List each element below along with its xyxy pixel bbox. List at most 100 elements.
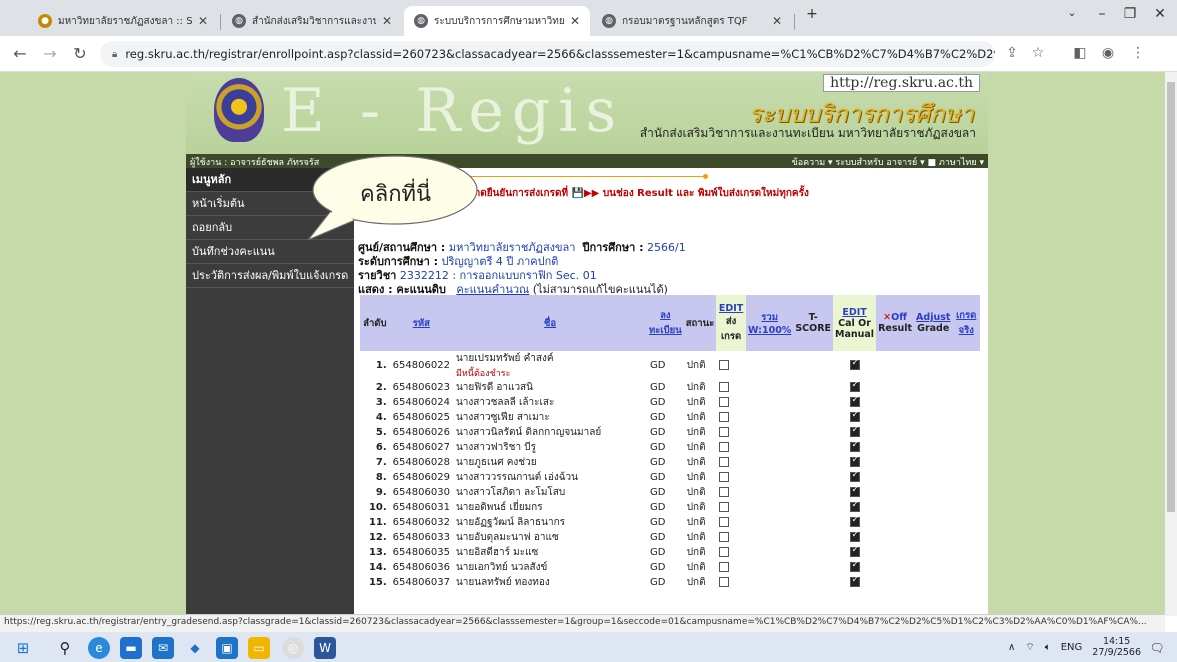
row-send-checkbox[interactable] [716, 351, 746, 380]
row-adjust-grade[interactable] [914, 530, 953, 545]
sidepanel-icon[interactable]: ◧ [1070, 45, 1090, 61]
row-total-input[interactable] [745, 530, 794, 545]
cal-manual-checkbox[interactable] [849, 455, 860, 467]
row-send-checkbox[interactable] [716, 470, 746, 485]
browser-tab-4[interactable]: ◍ กรอบมาตรฐานหลักสูตร TQF ✕ [592, 6, 792, 36]
language-indicator[interactable]: ENG [1061, 642, 1083, 653]
sidebar-item-grade-history[interactable]: ประวัติการส่งผล/พิมพ์ใบแจ้งเกรด [186, 264, 354, 288]
cal-manual-checkbox[interactable] [849, 425, 860, 437]
row-adjust-grade[interactable] [914, 395, 953, 410]
row-cal-manual-checkbox[interactable] [833, 530, 877, 545]
row-send-checkbox[interactable] [716, 425, 746, 440]
cal-manual-checkbox[interactable] [849, 560, 860, 572]
row-adjust-grade[interactable] [914, 455, 953, 470]
row-total-input[interactable] [745, 410, 794, 425]
row-send-checkbox[interactable] [716, 380, 746, 395]
col-real-grade[interactable]: เกรด จริง [952, 295, 980, 351]
row-send-checkbox[interactable] [716, 530, 746, 545]
row-cal-manual-checkbox[interactable] [833, 470, 877, 485]
cal-manual-checkbox[interactable] [849, 358, 860, 370]
more-menu-icon[interactable]: ⋮ [1128, 45, 1148, 61]
row-send-checkbox[interactable] [716, 500, 746, 515]
minimize-icon[interactable]: – [1090, 6, 1114, 22]
row-cal-manual-checkbox[interactable] [833, 425, 877, 440]
send-grade-checkbox[interactable] [719, 532, 730, 542]
row-total-input[interactable] [745, 351, 794, 380]
result-off-button[interactable]: ✕Off [878, 312, 912, 323]
row-adjust-grade[interactable] [914, 515, 953, 530]
row-cal-manual-checkbox[interactable] [833, 410, 877, 425]
close-icon[interactable]: ✕ [198, 14, 208, 28]
row-adjust-grade[interactable] [914, 500, 953, 515]
row-adjust-grade[interactable] [914, 425, 953, 440]
row-cal-manual-checkbox[interactable] [833, 351, 877, 380]
row-cal-manual-checkbox[interactable] [833, 395, 877, 410]
store-icon[interactable]: ▣ [216, 637, 238, 659]
row-send-checkbox[interactable] [716, 395, 746, 410]
mail-icon[interactable]: ✉ [152, 637, 174, 659]
send-grade-checkbox[interactable] [719, 502, 730, 512]
row-cal-manual-checkbox[interactable] [833, 500, 877, 515]
row-send-checkbox[interactable] [716, 410, 746, 425]
row-send-checkbox[interactable] [716, 575, 746, 590]
scrollbar-thumb[interactable] [1167, 82, 1175, 512]
tab-search-icon[interactable]: ⌄ [1060, 6, 1084, 19]
row-total-input[interactable] [745, 470, 794, 485]
row-total-input[interactable] [745, 560, 794, 575]
row-adjust-grade[interactable] [914, 560, 953, 575]
back-arrow-icon[interactable]: ← [10, 44, 30, 63]
row-total-input[interactable] [745, 380, 794, 395]
row-send-checkbox[interactable] [716, 485, 746, 500]
row-adjust-grade[interactable] [914, 575, 953, 590]
row-adjust-grade[interactable] [914, 410, 953, 425]
row-cal-manual-checkbox[interactable] [833, 545, 877, 560]
send-grade-checkbox[interactable] [719, 442, 730, 452]
reload-icon[interactable]: ↻ [70, 44, 90, 63]
dropbox-icon[interactable]: ◆ [184, 637, 206, 659]
share-icon[interactable]: ⇪ [1002, 45, 1022, 61]
task-view-icon[interactable]: ▬ [120, 637, 142, 659]
chrome-icon[interactable]: ◎ [282, 637, 304, 659]
restore-icon[interactable]: ❐ [1118, 6, 1142, 22]
col-name[interactable]: ชื่อ [452, 295, 647, 351]
send-grade-checkbox[interactable] [719, 382, 730, 392]
send-grade-checkbox[interactable] [719, 427, 730, 437]
cal-manual-checkbox[interactable] [849, 575, 860, 587]
row-cal-manual-checkbox[interactable] [833, 560, 877, 575]
send-grade-checkbox[interactable] [719, 517, 730, 527]
row-adjust-grade[interactable] [914, 545, 953, 560]
row-cal-manual-checkbox[interactable] [833, 485, 877, 500]
cal-manual-checkbox[interactable] [849, 515, 860, 527]
cal-manual-checkbox[interactable] [849, 470, 860, 482]
row-total-input[interactable] [745, 515, 794, 530]
send-grade-checkbox[interactable] [719, 457, 730, 467]
browser-tab-3-active[interactable]: ◍ ระบบบริการการศึกษามหาวิทยาลัยราช ✕ [404, 6, 590, 36]
cal-manual-checkbox[interactable] [849, 545, 860, 557]
row-cal-manual-checkbox[interactable] [833, 440, 877, 455]
row-adjust-grade[interactable] [914, 470, 953, 485]
row-adjust-grade[interactable] [914, 380, 953, 395]
row-total-input[interactable] [745, 485, 794, 500]
address-bar[interactable]: 🔒︎ reg.skru.ac.th/registrar/enrollpoint.… [100, 41, 995, 67]
close-icon[interactable]: ✕ [382, 14, 392, 28]
profile-avatar-icon[interactable]: ◉ [1098, 45, 1118, 61]
cal-manual-checkbox[interactable] [849, 380, 860, 392]
col-total[interactable]: รวม W:100% [745, 295, 794, 351]
row-adjust-grade[interactable] [914, 351, 953, 380]
cal-manual-checkbox[interactable] [849, 410, 860, 422]
volume-icon[interactable]: 🔈︎ [1045, 642, 1051, 653]
col-registration[interactable]: ลง ทะเบียน [647, 295, 684, 351]
clock[interactable]: 14:15 27/9/2566 [1092, 636, 1141, 658]
page-scrollbar[interactable] [1165, 72, 1177, 616]
file-explorer-icon[interactable]: ▭ [248, 637, 270, 659]
send-grade-checkbox[interactable] [719, 487, 730, 497]
edge-browser-icon[interactable]: e [88, 637, 110, 659]
row-cal-manual-checkbox[interactable] [833, 575, 877, 590]
word-icon[interactable]: W [314, 637, 336, 659]
cal-manual-checkbox[interactable] [849, 440, 860, 452]
row-send-checkbox[interactable] [716, 560, 746, 575]
send-grade-checkbox[interactable] [719, 397, 730, 407]
cal-manual-checkbox[interactable] [849, 395, 860, 407]
col-student-id[interactable]: รหัส [389, 295, 453, 351]
send-grade-checkbox[interactable] [719, 562, 730, 572]
